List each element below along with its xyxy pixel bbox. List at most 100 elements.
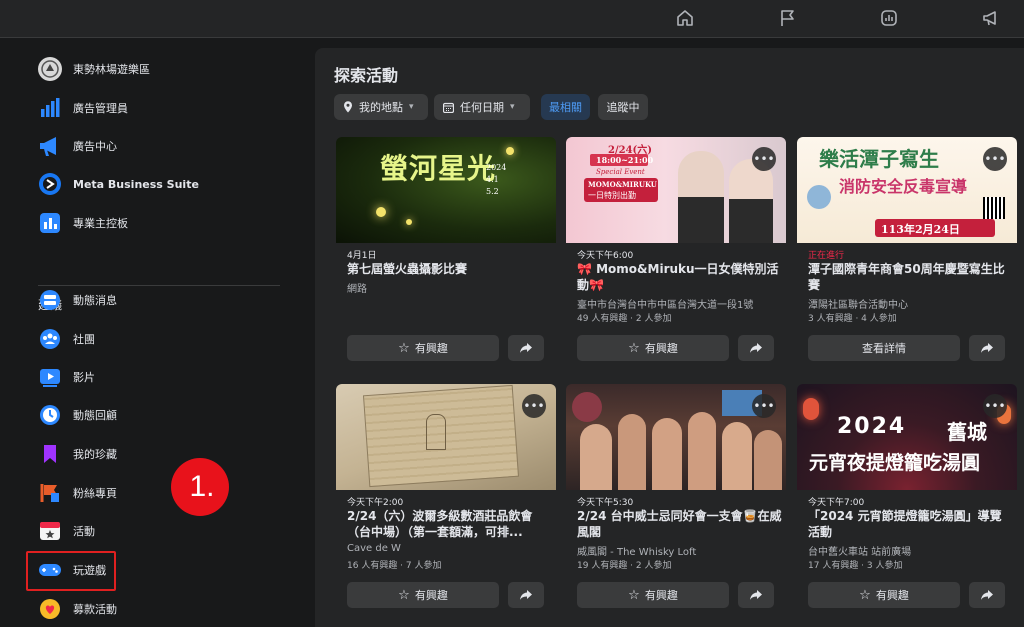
- maid-outfit: [678, 197, 724, 243]
- share-button[interactable]: [738, 582, 774, 608]
- tab-relevant[interactable]: 最相關: [541, 94, 590, 120]
- event-cover-image[interactable]: 螢河星光 2024 4.1 5.2: [336, 137, 556, 243]
- video-icon: [38, 365, 62, 389]
- image-subtitle-text: Special Event: [596, 168, 645, 176]
- sidebar-item-label: 廣告中心: [73, 140, 117, 153]
- sidebar-item-news-feed[interactable]: 動態消息: [38, 285, 298, 315]
- event-cover-image[interactable]: •••: [566, 384, 786, 490]
- tab-following-label: 追蹤中: [606, 101, 640, 114]
- event-title[interactable]: 2/24（六）波爾多級數酒莊品飲會（台中場）（第一套額滿，可排...: [347, 508, 552, 540]
- chevron-down-icon: ▾: [409, 102, 414, 112]
- dashboard-icon: [38, 211, 62, 235]
- event-live-status: 正在進行: [808, 251, 845, 261]
- event-card[interactable]: ••• 今天下午5:30 2/24 台中威士忌同好會一支會🥃在威風閣 威風閣 -…: [566, 384, 786, 616]
- more-options-button[interactable]: •••: [983, 147, 1007, 171]
- more-options-button[interactable]: •••: [752, 394, 776, 418]
- sidebar-item-dashboard[interactable]: 專業主控板: [38, 208, 298, 238]
- events-icon: [38, 519, 62, 543]
- maid-outfit: [729, 199, 773, 243]
- location-filter[interactable]: 我的地點 ▾: [334, 94, 428, 120]
- sidebar-item-ad-center[interactable]: 廣告中心: [38, 131, 298, 161]
- date-filter[interactable]: 任何日期 ▾: [434, 94, 530, 120]
- event-title[interactable]: 🎀 Momo&Miruku一日女僕特別活動🎀: [577, 261, 782, 293]
- event-cover-image[interactable]: 2/24(六) 18:00~21:00 Special Event MOMO&M…: [566, 137, 786, 243]
- chevron-down-icon: ▾: [510, 102, 515, 112]
- event-title[interactable]: 2/24 台中威士忌同好會一支會🥃在威風閣: [577, 508, 782, 540]
- event-title[interactable]: 「2024 元宵節提燈籠吃湯圓」導覽活動: [808, 508, 1013, 540]
- share-button[interactable]: [508, 335, 544, 361]
- person-figure: [652, 418, 682, 490]
- event-stats: 49 人有興趣 · 2 人參加: [577, 314, 672, 324]
- interested-button[interactable]: ☆ 有興趣: [577, 335, 729, 361]
- event-card[interactable]: 樂活潭子寫生 消防安全反毒宣導 113年2月24日 ••• 正在進行 潭子國際青…: [797, 137, 1017, 369]
- lantern-graphic: [803, 398, 819, 420]
- event-date: 今天下午7:00: [808, 498, 865, 508]
- event-stats: 16 人有興趣 · 7 人參加: [347, 561, 442, 571]
- image-start-date-text: 4.1: [486, 175, 499, 184]
- view-details-button[interactable]: 查看詳情: [808, 335, 960, 361]
- explore-events-panel: 探索活動 我的地點 ▾ 任何日期 ▾ 最相關 追蹤中 螢河星光 2024 4.1…: [315, 48, 1024, 627]
- tab-following[interactable]: 追蹤中: [598, 94, 648, 120]
- more-options-button[interactable]: •••: [522, 394, 546, 418]
- sidebar-item-pages[interactable]: 粉絲專頁: [38, 478, 298, 508]
- sidebar-item-ads-manager[interactable]: 廣告管理員: [38, 93, 298, 123]
- event-card[interactable]: 2024 舊城 元宵夜提燈籠吃湯圓 ••• 今天下午7:00 「2024 元宵節…: [797, 384, 1017, 616]
- share-arrow-icon: [520, 343, 532, 353]
- page-avatar: [38, 57, 62, 81]
- location-pin-icon: [344, 101, 352, 113]
- firefly-glow: [406, 219, 412, 225]
- image-end-date-text: 5.2: [486, 187, 499, 196]
- share-button[interactable]: [969, 582, 1005, 608]
- event-cover-image[interactable]: 2024 舊城 元宵夜提燈籠吃湯圓 •••: [797, 384, 1017, 490]
- sidebar-item-label: 東勢林場遊樂區: [73, 63, 150, 76]
- interested-button[interactable]: ☆ 有興趣: [347, 335, 499, 361]
- image-title-text: 樂活潭子寫生: [819, 147, 939, 171]
- event-card[interactable]: 螢河星光 2024 4.1 5.2 4月1日 第七屆螢火蟲攝影比賽 網路 ☆ 有…: [336, 137, 556, 369]
- firefly-glow: [506, 147, 514, 155]
- sidebar-item-saved[interactable]: 我的珍藏: [38, 439, 298, 469]
- interested-button[interactable]: ☆ 有興趣: [577, 582, 729, 608]
- flag-icon[interactable]: [777, 7, 799, 29]
- more-options-button[interactable]: •••: [752, 147, 776, 171]
- person-figure: [618, 414, 646, 490]
- share-button[interactable]: [969, 335, 1005, 361]
- event-card[interactable]: ••• 今天下午2:00 2/24（六）波爾多級數酒莊品飲會（台中場）（第一套額…: [336, 384, 556, 616]
- sidebar-item-label: 影片: [73, 371, 95, 384]
- megaphone-icon[interactable]: [980, 7, 1002, 29]
- star-icon: ☆: [628, 340, 640, 356]
- share-button[interactable]: [738, 335, 774, 361]
- location-filter-label: 我的地點: [359, 101, 403, 114]
- image-subtitle-text: 消防安全反毒宣導: [839, 177, 968, 196]
- sidebar-item-label: 專業主控板: [73, 217, 128, 230]
- sidebar-item-fundraisers[interactable]: 募款活動: [38, 594, 298, 624]
- event-cover-image[interactable]: •••: [336, 384, 556, 490]
- interested-button-label: 有興趣: [414, 342, 448, 355]
- business-suite-icon: [38, 172, 62, 196]
- interested-button-label: 有興趣: [875, 589, 909, 602]
- step-number-marker: 1.: [171, 458, 229, 516]
- events-highlight-box: [26, 551, 116, 591]
- sidebar-item-label: 活動: [73, 525, 95, 538]
- sidebar-item-memories[interactable]: 動態回顧: [38, 400, 298, 430]
- image-name-subtext: 一日特別出勤: [588, 191, 636, 200]
- sidebar-item-groups[interactable]: 社團: [38, 324, 298, 354]
- event-card[interactable]: 2/24(六) 18:00~21:00 Special Event MOMO&M…: [566, 137, 786, 369]
- event-title[interactable]: 第七屆螢火蟲攝影比賽: [347, 261, 552, 277]
- image-name-text: MOMO&MIRUKU: [588, 180, 657, 189]
- interested-button[interactable]: ☆ 有興趣: [808, 582, 960, 608]
- sidebar-item-page-profile[interactable]: 東勢林場遊樂區: [38, 54, 298, 84]
- interested-button[interactable]: ☆ 有興趣: [347, 582, 499, 608]
- megaphone-icon: [38, 134, 62, 158]
- event-title[interactable]: 潭子國際青年商會50周年慶暨寫生比賽: [808, 261, 1013, 293]
- share-button[interactable]: [508, 582, 544, 608]
- sidebar-item-events[interactable]: 活動: [38, 516, 298, 546]
- home-icon[interactable]: [674, 7, 696, 29]
- event-cover-image[interactable]: 樂活潭子寫生 消防安全反毒宣導 113年2月24日 •••: [797, 137, 1017, 243]
- more-options-button[interactable]: •••: [983, 394, 1007, 418]
- event-stats: 3 人有興趣 · 4 人參加: [808, 314, 897, 324]
- palette-graphic: [807, 185, 831, 209]
- sidebar-item-business-suite[interactable]: Meta Business Suite: [38, 169, 298, 199]
- insights-icon[interactable]: [878, 7, 900, 29]
- calendar-icon: [443, 102, 454, 113]
- sidebar-item-video[interactable]: 影片: [38, 362, 298, 392]
